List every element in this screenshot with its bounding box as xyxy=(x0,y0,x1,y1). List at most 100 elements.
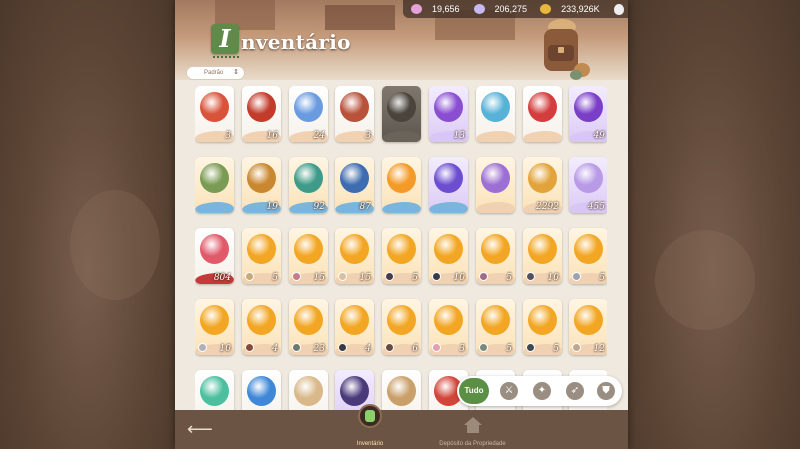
blue-acorn-icon xyxy=(340,163,369,193)
inventory-item[interactable] xyxy=(195,157,234,213)
inventory-item[interactable]: 5 xyxy=(382,228,421,284)
blue-crystal-icon xyxy=(247,376,276,406)
backpack-icon xyxy=(544,19,590,80)
inventory-item[interactable]: 13 xyxy=(429,86,468,142)
inventory-item[interactable]: 804 xyxy=(195,228,234,284)
inventory-item[interactable] xyxy=(476,157,515,213)
back-arrow-icon[interactable]: ⟵ xyxy=(187,418,213,440)
gold-shard-icon xyxy=(481,305,510,335)
inventory-panel: I nventário Padrão ⇕ 19,656 206,275 233,… xyxy=(175,0,628,449)
item-quantity: 3 xyxy=(365,131,371,141)
inventory-item[interactable] xyxy=(382,370,421,411)
inventory-item[interactable]: 5 xyxy=(242,228,281,284)
item-rarity-wave xyxy=(523,131,562,142)
compass-filter-icon[interactable]: ➶ xyxy=(566,382,584,400)
item-quantity: 10 xyxy=(547,273,559,283)
item-quantity: 5 xyxy=(599,273,605,283)
inventory-item[interactable]: 5 xyxy=(476,299,515,355)
inventory-item[interactable]: 23 xyxy=(289,299,328,355)
inventory-item[interactable] xyxy=(195,370,234,411)
potion-bottle-icon xyxy=(481,92,510,122)
character-avatar xyxy=(385,343,394,352)
inventory-item[interactable]: 3 xyxy=(335,86,374,142)
inventory-item[interactable]: 15 xyxy=(335,228,374,284)
inventory-item[interactable] xyxy=(476,86,515,142)
background-left xyxy=(0,0,175,449)
item-rarity-wave xyxy=(382,202,421,213)
inventory-item[interactable]: 2292 xyxy=(523,157,562,213)
character-avatar xyxy=(432,343,441,352)
inventory-item[interactable]: 10 xyxy=(195,299,234,355)
chevron-updown-icon: ⇕ xyxy=(233,69,239,76)
inventory-item[interactable] xyxy=(289,370,328,411)
inventory-item[interactable]: 10 xyxy=(429,228,468,284)
item-quantity: 5 xyxy=(506,273,512,283)
character-avatar xyxy=(198,343,207,352)
inventory-item[interactable]: 4 xyxy=(242,299,281,355)
item-quantity: 3 xyxy=(225,131,231,141)
item-quantity: 87 xyxy=(359,202,371,212)
currency-bar: 19,656 206,275 233,926K xyxy=(403,0,628,18)
inventory-item[interactable]: 455 xyxy=(569,157,607,213)
currency-crystal[interactable]: 19,656 xyxy=(411,4,460,14)
tab-label: Depósito da Propriedade xyxy=(439,441,506,447)
sort-dropdown[interactable]: Padrão ⇕ xyxy=(186,66,245,80)
inventory-item[interactable]: 5 xyxy=(569,228,607,284)
green-acorn-icon xyxy=(200,163,229,193)
shield-filter-icon[interactable]: ⛊ xyxy=(597,382,615,400)
inventory-item[interactable]: 16 xyxy=(242,86,281,142)
currency-gem[interactable]: 206,275 xyxy=(473,4,527,14)
tab-inventory[interactable]: Inventário xyxy=(345,404,395,449)
item-quantity: 4 xyxy=(365,344,371,354)
inventory-item[interactable]: 6 xyxy=(382,299,421,355)
currency-coin[interactable]: 233,926K xyxy=(540,4,600,14)
filter-all-button[interactable]: Tudo xyxy=(459,378,489,404)
currency-value: 19,656 xyxy=(432,4,460,14)
bottom-nav: ⟵ Inventário Depósito da Propriedade xyxy=(175,404,628,449)
lock-icon xyxy=(387,92,416,122)
money-bag-icon[interactable] xyxy=(613,3,624,15)
pink-crystal-icon xyxy=(411,4,422,14)
inventory-item[interactable]: 92 xyxy=(289,157,328,213)
inventory-item[interactable] xyxy=(242,370,281,411)
inventory-item[interactable]: 24 xyxy=(289,86,328,142)
gold-shard-icon xyxy=(528,305,557,335)
gold-shard-icon xyxy=(481,234,510,264)
inventory-item[interactable]: 12 xyxy=(569,299,607,355)
inventory-item[interactable] xyxy=(382,157,421,213)
character-avatar xyxy=(432,272,441,281)
tab-label: Inventário xyxy=(356,441,384,447)
title-initial: I xyxy=(211,24,239,54)
inventory-item[interactable]: 3 xyxy=(195,86,234,142)
inventory-item[interactable] xyxy=(382,86,421,142)
star-filter-icon[interactable]: ✦ xyxy=(533,382,551,400)
inventory-item[interactable] xyxy=(429,157,468,213)
inventory-item[interactable]: 49 xyxy=(569,86,607,142)
inventory-item[interactable]: 10 xyxy=(523,228,562,284)
character-avatar xyxy=(479,343,488,352)
gold-shard-icon xyxy=(574,234,603,264)
character-avatar xyxy=(245,343,254,352)
crystal-orb-icon xyxy=(294,92,323,122)
inventory-item[interactable]: 4 xyxy=(335,299,374,355)
inventory-grid: 3 16 24 3 13 49 19 92 87 2292 455 804 5 15 15 5 10 5 10 5 10… xyxy=(195,86,607,411)
gold-shard-icon xyxy=(387,234,416,264)
item-quantity: 16 xyxy=(266,131,278,141)
inventory-item[interactable] xyxy=(523,86,562,142)
item-quantity: 10 xyxy=(219,344,231,354)
sword-filter-icon[interactable]: ⚔ xyxy=(500,382,518,400)
item-quantity: 13 xyxy=(453,131,465,141)
item-quantity: 2292 xyxy=(536,202,559,212)
inventory-item[interactable]: 5 xyxy=(523,299,562,355)
ticket-icon xyxy=(200,92,229,122)
inventory-item[interactable]: 87 xyxy=(335,157,374,213)
tab-property-storage[interactable]: Depósito da Propriedade xyxy=(430,410,515,449)
treasure-chest-icon xyxy=(340,92,369,122)
inventory-item[interactable]: 19 xyxy=(242,157,281,213)
cookie-bear-icon xyxy=(294,376,323,406)
character-avatar xyxy=(245,272,254,281)
purple-eye-orb-icon xyxy=(434,92,463,122)
inventory-item[interactable]: 15 xyxy=(289,228,328,284)
inventory-item[interactable]: 3 xyxy=(429,299,468,355)
inventory-item[interactable]: 5 xyxy=(476,228,515,284)
